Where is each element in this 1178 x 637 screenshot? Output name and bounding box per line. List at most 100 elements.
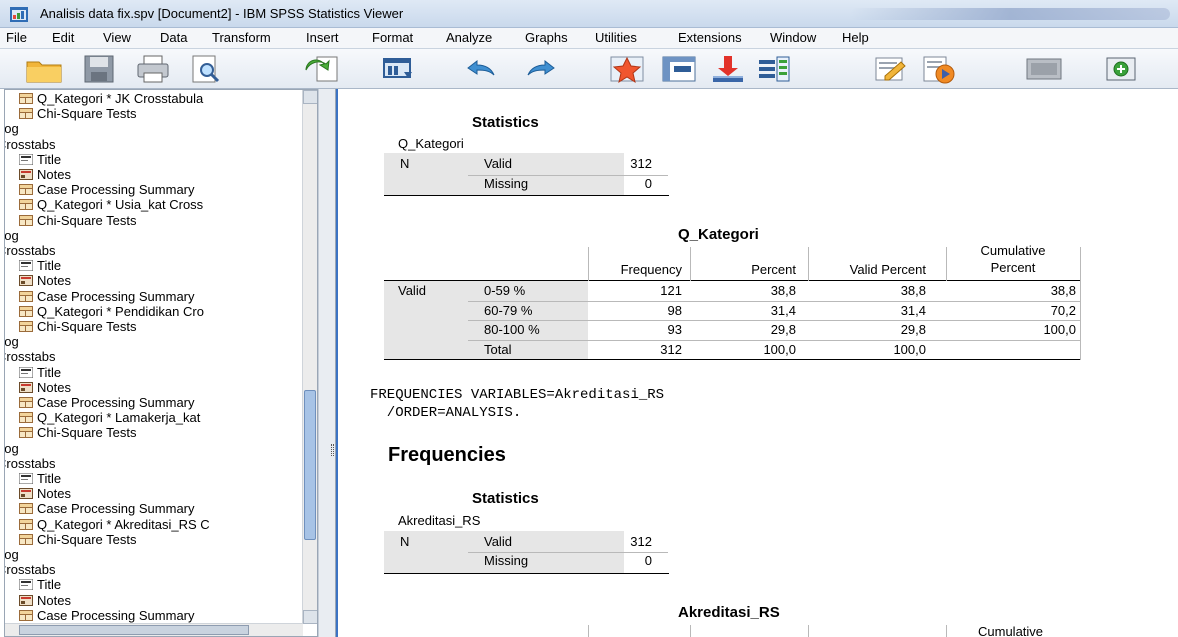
- navigator-item[interactable]: Case Processing Summary: [19, 183, 195, 197]
- col-valid-percent: Valid Percent: [849, 262, 926, 277]
- goto-variable-icon[interactable]: [706, 52, 750, 86]
- pane-splitter[interactable]: [318, 89, 336, 637]
- navigator-item[interactable]: Log: [5, 228, 19, 243]
- navigator-item[interactable]: Crosstabs: [5, 563, 56, 577]
- navigator-item[interactable]: Case Processing Summary: [19, 502, 195, 516]
- menu-extensions[interactable]: Extensions: [678, 30, 742, 45]
- freq-row-frequency: 98: [667, 302, 682, 318]
- recall-dialog-icon[interactable]: [377, 52, 421, 86]
- navigator-item-label: Log: [5, 547, 19, 562]
- navigator-item[interactable]: Q_Kategori * Pendidikan Cro: [19, 303, 204, 319]
- run-script-icon[interactable]: [916, 52, 960, 86]
- redo-icon[interactable]: [519, 52, 563, 86]
- navigator-item[interactable]: Title: [19, 472, 61, 486]
- statistics-variable-label: Q_Kategori: [398, 136, 464, 151]
- undo-icon[interactable]: [459, 52, 503, 86]
- goto-case-icon[interactable]: [657, 52, 701, 86]
- notes-node-icon: [19, 381, 33, 393]
- navigator-item[interactable]: Notes: [19, 593, 71, 608]
- table-node-icon: [19, 214, 33, 226]
- navigator-item[interactable]: Case Processing Summary: [19, 608, 195, 623]
- save-icon[interactable]: [77, 52, 121, 86]
- menu-insert[interactable]: Insert: [306, 30, 339, 45]
- navigator-tree: Q_Kategori * JK Crosstabula Chi-Square Te…: [5, 90, 303, 624]
- freq-row-valid-percent: 29,8: [900, 322, 926, 337]
- menu-transform[interactable]: Transform: [212, 30, 271, 45]
- valid-label: Valid: [484, 156, 512, 171]
- navigator-item-label: Log: [5, 440, 19, 456]
- navigator-item[interactable]: Chi-Square Tests: [19, 320, 136, 334]
- navigator-item[interactable]: Title: [19, 152, 61, 167]
- menu-data[interactable]: Data: [160, 30, 187, 45]
- notes-node-icon: [19, 488, 33, 500]
- export-icon[interactable]: [300, 52, 344, 86]
- navigator-item-label: Crosstabs: [5, 349, 56, 365]
- print-preview-icon[interactable]: [183, 52, 227, 86]
- menu-utilities[interactable]: Utilities: [595, 30, 637, 45]
- window-title: Analisis data fix.spv [Document2] - IBM …: [40, 6, 404, 21]
- menu-analyze[interactable]: Analyze: [446, 30, 492, 45]
- notes-node-icon: [19, 275, 33, 287]
- syntax-line-1: FREQUENCIES VARIABLES=Akreditasi_RS: [370, 387, 665, 403]
- navigator-item[interactable]: Q_Kategori * Lamakerja_kat: [19, 411, 200, 425]
- navigator-item-label: Q_Kategori * Pendidikan Cro: [37, 303, 204, 319]
- output-navigator[interactable]: Q_Kategori * JK Crosstabula Chi-Square Te…: [4, 89, 318, 637]
- navigator-item[interactable]: Crosstabs: [5, 350, 56, 364]
- menu-view[interactable]: View: [103, 30, 131, 45]
- navigator-item[interactable]: Chi-Square Tests: [19, 532, 136, 547]
- scroll-up-arrow-icon[interactable]: [303, 90, 317, 104]
- menu-file[interactable]: File: [6, 30, 27, 45]
- navigator-item[interactable]: Log: [5, 548, 19, 562]
- scroll-down-arrow-icon[interactable]: [303, 610, 317, 624]
- freq-row-valid-percent: 31,4: [900, 302, 926, 318]
- navigator-item[interactable]: Crosstabs: [5, 456, 56, 471]
- navigator-item[interactable]: Case Processing Summary: [19, 289, 195, 304]
- navigator-horizontal-scrollbar[interactable]: [5, 623, 303, 636]
- menu-window[interactable]: Window: [770, 30, 816, 45]
- navigator-item[interactable]: Case Processing Summary: [19, 396, 195, 410]
- navigator-item[interactable]: Crosstabs: [5, 244, 56, 258]
- menu-help[interactable]: Help: [842, 30, 869, 45]
- navigator-item[interactable]: Chi-Square Tests: [19, 107, 136, 121]
- open-folder-icon[interactable]: [22, 52, 66, 86]
- horizontal-scroll-thumb[interactable]: [19, 625, 249, 635]
- frequencies-heading: Frequencies: [388, 444, 506, 466]
- navigator-item-label: Case Processing Summary: [37, 501, 195, 517]
- navigator-item[interactable]: Chi-Square Tests: [19, 213, 136, 228]
- navigator-item[interactable]: Title: [19, 259, 61, 273]
- navigator-item[interactable]: Crosstabs: [5, 137, 56, 152]
- table-node-icon: [19, 184, 33, 196]
- menu-edit[interactable]: Edit: [52, 30, 74, 45]
- navigator-item[interactable]: Chi-Square Tests: [19, 426, 136, 440]
- navigator-item[interactable]: Log: [5, 122, 19, 136]
- navigator-item[interactable]: Notes: [19, 274, 71, 288]
- navigator-item[interactable]: Log: [5, 335, 19, 349]
- navigator-item-label: Title: [37, 258, 62, 274]
- navigator-item[interactable]: Title: [19, 365, 61, 380]
- navigator-item-label: Notes: [37, 273, 71, 289]
- collapse-icon[interactable]: [1022, 52, 1066, 86]
- navigator-item-label: Case Processing Summary: [37, 182, 195, 198]
- designate-window-icon[interactable]: [868, 52, 912, 86]
- scroll-thumb[interactable]: [304, 390, 316, 540]
- splitter-grip-icon[interactable]: [331, 444, 334, 456]
- navigator-item[interactable]: Q_Kategori * JK Crosstabula: [19, 92, 203, 106]
- add-icon[interactable]: [1099, 52, 1143, 86]
- navigator-item[interactable]: Notes: [19, 487, 71, 501]
- navigator-item[interactable]: Log: [5, 440, 19, 456]
- menu-format[interactable]: Format: [372, 30, 413, 45]
- navigator-item[interactable]: Title: [19, 578, 61, 592]
- navigator-item[interactable]: Notes: [19, 380, 71, 395]
- navigator-item[interactable]: Q_Kategori * Akreditasi_RS C: [19, 517, 210, 532]
- freq-row-percent: 38,8: [770, 283, 796, 298]
- menu-graphs[interactable]: Graphs: [525, 30, 568, 45]
- output-content-pane[interactable]: Statistics Q_Kategori N Valid 312 Missin…: [336, 89, 1178, 637]
- navigator-vertical-scrollbar[interactable]: [302, 90, 317, 624]
- navigator-item[interactable]: Q_Kategori * Usia_kat Cross: [19, 198, 203, 212]
- navigator-item-label: Case Processing Summary: [37, 395, 195, 410]
- variables-icon[interactable]: [752, 52, 796, 86]
- statistics-2-variable-label: Akreditasi_RS: [398, 513, 481, 528]
- goto-data-icon[interactable]: [605, 52, 649, 86]
- navigator-item[interactable]: Notes: [19, 168, 71, 182]
- print-icon[interactable]: [131, 52, 175, 86]
